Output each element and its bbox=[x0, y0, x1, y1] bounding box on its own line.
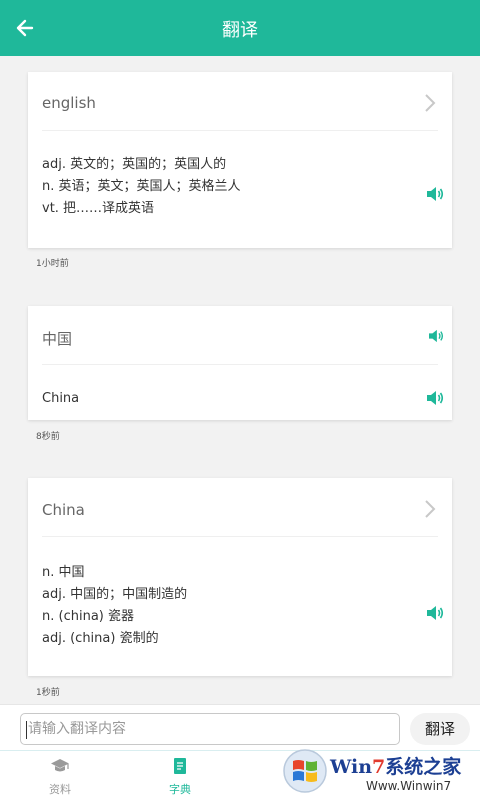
definition-line: vt. 把……译成英语 bbox=[42, 201, 155, 216]
definition-line: adj. (china) 瓷制的 bbox=[42, 631, 159, 646]
graduation-cap-icon bbox=[51, 759, 69, 772]
definition-line: n. (china) 瓷器 bbox=[42, 609, 134, 624]
definition-line: n. 英语；英文；英国人；英格兰人 bbox=[42, 179, 241, 194]
translate-input-field[interactable] bbox=[20, 713, 400, 745]
tab-label: 资料 bbox=[49, 783, 71, 796]
watermark: Win7系统之家 Www.Winwin7 bbox=[282, 748, 478, 800]
translate-input[interactable] bbox=[28, 714, 388, 744]
windows-logo-icon bbox=[283, 749, 327, 793]
timestamp: 1秒前 bbox=[36, 688, 60, 698]
input-bar: 翻译 bbox=[0, 704, 480, 750]
history-card[interactable]: China n. 中国 adj. 中国的；中国制造的 n. (china) 瓷器… bbox=[28, 478, 452, 676]
history-card[interactable]: 中国 China bbox=[28, 306, 452, 420]
app-bar: 翻译 bbox=[0, 0, 480, 56]
translation-text: China bbox=[42, 391, 80, 406]
definition-list: adj. 英文的；英国的；英国人的 n. 英语；英文；英国人；英格兰人 vt. … bbox=[42, 154, 241, 220]
speaker-icon[interactable] bbox=[426, 186, 444, 202]
definition-list: n. 中国 adj. 中国的；中国制造的 n. (china) 瓷器 adj. … bbox=[42, 562, 187, 650]
translate-button[interactable]: 翻译 bbox=[410, 713, 470, 745]
speaker-icon[interactable] bbox=[426, 390, 444, 406]
text-caret bbox=[26, 721, 27, 739]
page-title: 翻译 bbox=[222, 20, 258, 41]
watermark-url: Www.Winwin7 bbox=[366, 779, 452, 793]
source-word: China bbox=[42, 501, 85, 519]
timestamp: 8秒前 bbox=[36, 432, 60, 442]
watermark-brand: Win7系统之家 bbox=[330, 756, 462, 778]
tab-materials[interactable]: 资料 bbox=[0, 751, 120, 800]
speaker-icon[interactable] bbox=[428, 329, 444, 343]
tab-dictionary[interactable]: 字典 bbox=[120, 751, 240, 800]
tab-label: 字典 bbox=[169, 783, 191, 796]
card-divider bbox=[42, 130, 438, 131]
chevron-right-icon[interactable] bbox=[422, 92, 438, 114]
history-card[interactable]: english adj. 英文的；英国的；英国人的 n. 英语；英文；英国人；英… bbox=[28, 72, 452, 248]
timestamp: 1小时前 bbox=[36, 259, 69, 269]
speaker-icon[interactable] bbox=[426, 605, 444, 621]
book-icon bbox=[174, 758, 186, 774]
card-divider bbox=[42, 364, 438, 365]
definition-line: adj. 中国的；中国制造的 bbox=[42, 587, 188, 602]
source-word: english bbox=[42, 94, 96, 112]
source-word: 中国 bbox=[42, 330, 73, 348]
definition-line: n. 中国 bbox=[42, 565, 85, 580]
card-divider bbox=[42, 536, 438, 537]
chevron-right-icon[interactable] bbox=[422, 498, 438, 520]
definition-line: adj. 英文的；英国的；英国人的 bbox=[42, 157, 227, 172]
